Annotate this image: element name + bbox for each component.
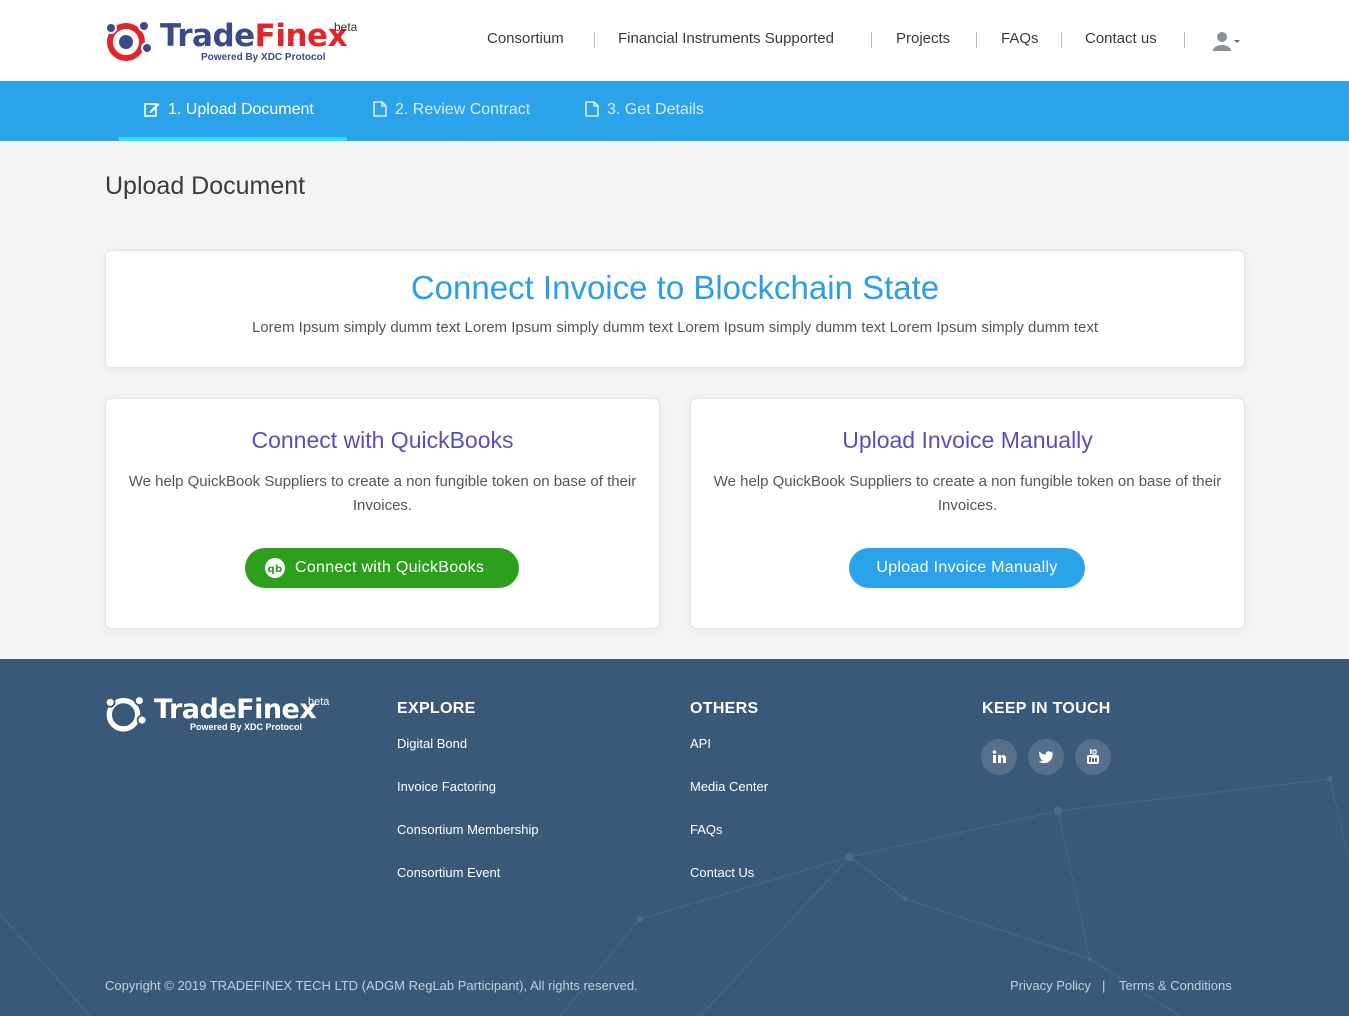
step-label: 3. Get Details (607, 101, 704, 118)
step-get-details[interactable]: 3. Get Details (585, 81, 704, 141)
edit-icon (144, 103, 160, 117)
footer-link-media-center[interactable]: Media Center (690, 779, 768, 822)
youtube-button[interactable] (1075, 739, 1111, 775)
nav-faqs[interactable]: FAQs (1001, 30, 1039, 47)
button-label: Connect with QuickBooks (295, 559, 485, 576)
nav-divider (594, 32, 595, 48)
quickbooks-icon: qb (265, 558, 285, 578)
footer-link-consortium-membership[interactable]: Consortium Membership (397, 822, 539, 865)
quickbooks-card-title: Connect with QuickBooks (251, 427, 514, 453)
logo-powered-by: Powered By XDC Protocol (201, 52, 326, 63)
progress-steps: 1. Upload Document 2. Review Contract 3.… (0, 81, 1349, 141)
manual-upload-card: Upload Invoice Manually We help QuickBoo… (690, 398, 1245, 629)
footer-link-contact-us[interactable]: Contact Us (690, 865, 768, 908)
page-title: Upload Document (105, 172, 306, 200)
upload-invoice-manually-button[interactable]: Upload Invoice Manually (849, 548, 1085, 588)
nav-divider (976, 32, 977, 48)
user-icon (1213, 32, 1240, 51)
manual-upload-card-title: Upload Invoice Manually (842, 427, 1093, 453)
user-menu-button[interactable] (1212, 30, 1242, 54)
footer-keep-in-touch-column: KEEP IN TOUCH (982, 700, 1111, 736)
footer-logo[interactable]: TradeFinex beta Powered By XDC Protocol (104, 690, 344, 738)
intro-text: Lorem Ipsum simply dumm text Lorem Ipsum… (251, 319, 1099, 336)
nav-divider (871, 32, 872, 48)
step-upload-document[interactable]: 1. Upload Document (119, 81, 347, 141)
copyright-text: Copyright © 2019 TRADEFINEX TECH LTD (AD… (105, 978, 638, 993)
footer-link-consortium-event[interactable]: Consortium Event (397, 865, 539, 908)
nav-projects[interactable]: Projects (896, 30, 950, 47)
footer-link-digital-bond[interactable]: Digital Bond (397, 736, 539, 779)
footer-keep-in-touch-title: KEEP IN TOUCH (982, 700, 1111, 717)
tradefinex-logo[interactable]: TradeFinex beta Powered By XDC Protocol (104, 14, 364, 66)
youtube-icon (1087, 749, 1099, 764)
privacy-policy-link[interactable]: Privacy Policy (1010, 978, 1091, 993)
intro-title: Connect Invoice to Blockchain State (410, 269, 940, 306)
quickbooks-card: Connect with QuickBooks We help QuickBoo… (105, 398, 660, 629)
intro-card: Connect Invoice to Blockchain State Lore… (105, 250, 1245, 368)
svg-text:qb: qb (268, 564, 283, 575)
manual-upload-card-text: We help QuickBook Suppliers to create a … (713, 473, 1222, 514)
footer-link-invoice-factoring[interactable]: Invoice Factoring (397, 779, 539, 822)
twitter-icon (1038, 751, 1053, 764)
step-review-contract[interactable]: 2. Review Contract (373, 81, 530, 141)
logo-mark-icon (105, 20, 153, 61)
footer-link-divider: | (1102, 978, 1106, 993)
footer-logo-wordmark: TradeFinex (154, 694, 317, 725)
nav-contact-us[interactable]: Contact us (1085, 30, 1157, 47)
quickbooks-card-text: We help QuickBook Suppliers to create a … (128, 473, 637, 514)
footer-logo-beta: beta (308, 696, 330, 708)
footer-explore-column: EXPLORE Digital Bond Invoice Factoring C… (397, 700, 539, 908)
footer-link-api[interactable]: API (690, 736, 768, 779)
nav-consortium[interactable]: Consortium (487, 30, 564, 47)
footer-explore-title: EXPLORE (397, 700, 476, 717)
nav-divider (1061, 32, 1062, 48)
twitter-button[interactable] (1028, 739, 1064, 775)
site-header: TradeFinex beta Powered By XDC Protocol … (0, 0, 1349, 81)
terms-and-conditions-link[interactable]: Terms & Conditions (1119, 978, 1232, 993)
logo-wordmark: TradeFinex (160, 18, 348, 54)
linkedin-icon (992, 750, 1006, 763)
active-step-indicator (119, 137, 347, 141)
document-icon (373, 101, 387, 117)
footer-logo-powered-by: Powered By XDC Protocol (190, 722, 303, 732)
connect-quickbooks-button[interactable]: qb Connect with QuickBooks (245, 548, 519, 588)
document-icon (585, 101, 599, 117)
step-label: 1. Upload Document (168, 101, 314, 118)
nav-divider (1184, 32, 1185, 48)
logo-beta: beta (334, 20, 358, 34)
logo-mark-icon (104, 695, 148, 732)
footer-others-title: OTHERS (690, 700, 759, 717)
linkedin-button[interactable] (981, 739, 1017, 775)
step-label: 2. Review Contract (395, 101, 531, 118)
footer-link-faqs[interactable]: FAQs (690, 822, 768, 865)
footer-others-column: OTHERS API Media Center FAQs Contact Us (690, 700, 768, 908)
nav-financial-instruments[interactable]: Financial Instruments Supported (618, 30, 834, 47)
